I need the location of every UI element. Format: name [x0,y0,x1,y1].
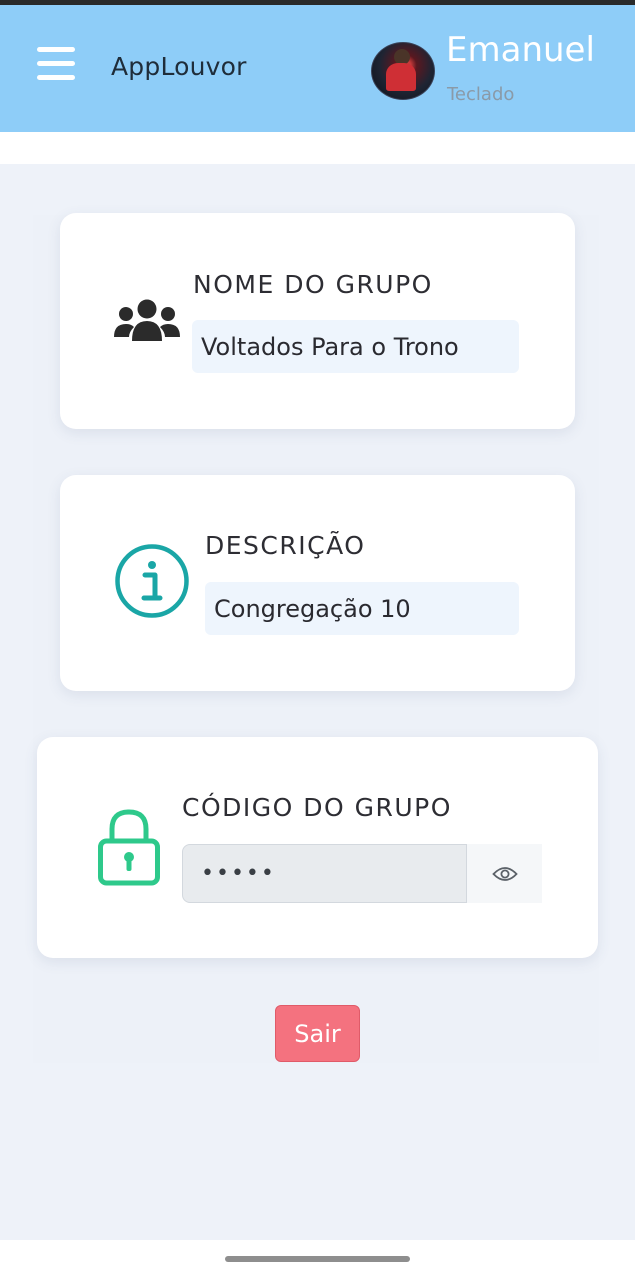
user-role: Teclado [447,84,515,105]
home-gesture-handle[interactable] [225,1256,410,1262]
user-name: Emanuel [446,30,595,70]
app-title: AppLouvor [111,52,247,81]
toggle-visibility-button[interactable] [467,844,542,903]
group-name-label: NOME DO GRUPO [193,270,433,299]
menu-button[interactable] [37,47,75,81]
description-card: DESCRIÇÃO Congregação 10 [60,475,575,691]
lock-icon [97,807,161,891]
group-code-input[interactable]: ••••• [182,844,467,903]
avatar[interactable] [371,42,435,100]
group-name-card: NOME DO GRUPO Voltados Para o Trono [60,213,575,429]
header-spacer [0,132,635,164]
description-label: DESCRIÇÃO [205,531,366,560]
users-icon [114,297,180,349]
description-field[interactable]: Congregação 10 [205,582,519,635]
logout-button[interactable]: Sair [275,1005,360,1062]
group-code-label: CÓDIGO DO GRUPO [182,793,452,822]
info-icon [114,543,190,623]
group-name-field[interactable]: Voltados Para o Trono [192,320,519,373]
eye-icon [491,865,518,883]
top-app-bar: AppLouvor Emanuel Teclado [0,5,635,132]
